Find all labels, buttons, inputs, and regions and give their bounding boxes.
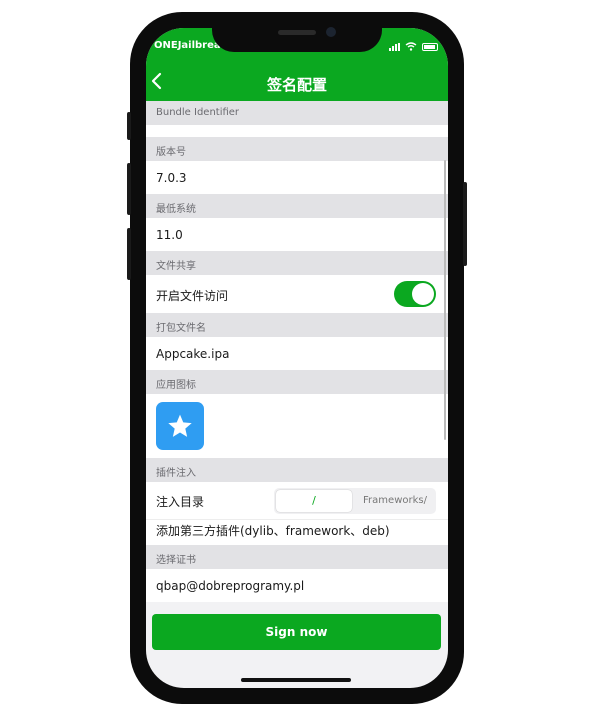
section-label: 插件注入 — [156, 468, 196, 479]
section-label: 版本号 — [156, 147, 186, 158]
section-version: 版本号 — [146, 137, 448, 161]
volume-up-button — [127, 163, 131, 215]
screen: ONEJailbreak 签名配置 Bundle Identifier 版本号 … — [146, 28, 448, 688]
section-file-sharing: 文件共享 — [146, 251, 448, 275]
mute-switch — [127, 112, 131, 140]
min-os-row[interactable]: 11.0 — [146, 218, 448, 251]
version-value[interactable]: 7.0.3 — [156, 171, 187, 185]
page-title: 签名配置 — [266, 76, 327, 94]
version-row[interactable]: 7.0.3 — [146, 161, 448, 194]
certificate-value[interactable]: qbap@dobreprogramy.pl — [156, 579, 304, 593]
section-bundle: Bundle Identifier — [146, 101, 448, 125]
speaker-grille — [278, 30, 316, 35]
signal-icon — [389, 42, 400, 51]
section-label: 最低系统 — [156, 204, 196, 215]
package-name-row[interactable]: Appcake.ipa — [146, 337, 448, 370]
inject-dir-row: 注入目录 / Frameworks/ — [146, 482, 448, 520]
inject-dir-segmented-control: / Frameworks/ — [274, 488, 436, 514]
inject-dir-label: 注入目录 — [156, 495, 205, 509]
section-label: 选择证书 — [156, 555, 196, 566]
section-label: Bundle Identifier — [156, 107, 240, 118]
file-sharing-label: 开启文件访问 — [156, 289, 229, 303]
section-min-os: 最低系统 — [146, 194, 448, 218]
min-os-value[interactable]: 11.0 — [156, 228, 183, 242]
toggle-knob — [412, 283, 434, 305]
file-sharing-toggle[interactable] — [394, 281, 436, 307]
wifi-icon — [405, 42, 417, 51]
add-plugin-label[interactable]: 添加第三方插件(dylib、framework、deb) — [156, 522, 390, 539]
section-certificate: 选择证书 — [146, 545, 448, 569]
power-button — [463, 182, 467, 266]
section-label: 打包文件名 — [156, 323, 206, 334]
app-icon-image[interactable] — [156, 402, 204, 450]
section-app-icon: 应用图标 — [146, 370, 448, 394]
inject-dir-option-frameworks[interactable]: Frameworks/ — [356, 490, 434, 512]
certificate-row[interactable]: qbap@dobreprogramy.pl — [146, 569, 448, 602]
home-indicator[interactable] — [241, 678, 351, 682]
app-icon-row — [146, 394, 448, 458]
battery-icon — [422, 42, 438, 51]
sign-now-button[interactable]: Sign now — [152, 614, 441, 650]
add-plugin-row[interactable]: 添加第三方插件(dylib、framework、deb) — [146, 520, 448, 545]
file-sharing-row: 开启文件访问 — [146, 275, 448, 313]
bundle-row[interactable] — [146, 125, 448, 137]
star-icon — [168, 414, 192, 437]
section-package-name: 打包文件名 — [146, 313, 448, 337]
package-name-value[interactable]: Appcake.ipa — [156, 347, 229, 361]
scrollbar[interactable] — [444, 160, 446, 440]
inject-dir-option-root[interactable]: / — [276, 490, 352, 512]
section-label: 文件共享 — [156, 261, 196, 272]
section-label: 应用图标 — [156, 380, 196, 391]
front-camera — [326, 27, 336, 37]
status-icons — [389, 42, 438, 51]
volume-down-button — [127, 228, 131, 280]
section-plugin-inject: 插件注入 — [146, 458, 448, 482]
